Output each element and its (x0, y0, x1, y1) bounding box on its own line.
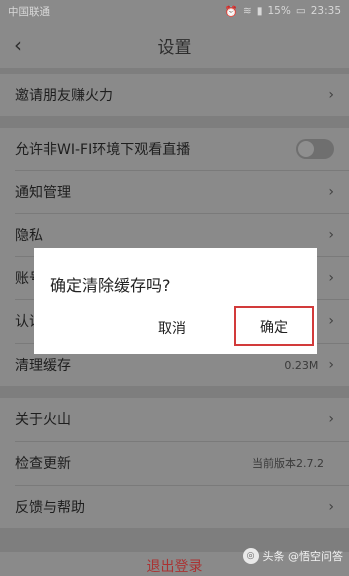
row-label: 隐私 (15, 228, 43, 244)
settings-row-about[interactable]: 关于火山 › (0, 398, 349, 440)
watermark-text: 头条 @悟空问答 (262, 550, 344, 563)
settings-row-notification[interactable]: 通知管理 › (0, 171, 349, 213)
wifi-icon: ≋ (242, 5, 252, 17)
carrier-label: 中国联通 (8, 5, 50, 18)
watermark: ◎ 头条 @悟空问答 (242, 548, 344, 564)
row-label: 反馈与帮助 (15, 500, 85, 516)
battery-percent: 15% (267, 5, 291, 17)
section-separator (0, 386, 349, 398)
dialog-message: 确定清除缓存吗? (50, 276, 171, 295)
settings-row-invite[interactable]: 邀请朋友赚火力 › (0, 74, 349, 116)
row-label: 邀请朋友赚火力 (15, 88, 113, 104)
cancel-button[interactable]: 取消 (142, 316, 202, 342)
row-label: 允许非WI-FI环境下观看直播 (15, 142, 191, 158)
cache-size: 0.23M (284, 358, 319, 372)
chevron-right-icon: › (328, 270, 334, 286)
clock: 23:35 (310, 5, 341, 17)
chevron-right-icon: › (328, 357, 334, 373)
chevron-right-icon: › (328, 87, 334, 103)
back-arrow-icon[interactable]: ‹ (14, 33, 22, 57)
app-header: ‹ 设置 (0, 22, 349, 68)
row-label: 关于火山 (15, 412, 71, 428)
chevron-right-icon: › (328, 411, 334, 427)
non-wifi-toggle[interactable] (296, 139, 334, 159)
battery-icon: ▭ (295, 5, 306, 17)
confirm-dialog: 确定清除缓存吗? 取消 确定 (34, 248, 317, 354)
chevron-right-icon: › (328, 184, 334, 200)
row-label: 检查更新 (15, 456, 71, 472)
version-label: 当前版本2.7.2 (252, 457, 324, 470)
row-label: 通知管理 (15, 185, 71, 201)
signal-icon: ▮ (256, 5, 263, 17)
settings-row-non-wifi: 允许非WI-FI环境下观看直播 (0, 128, 349, 170)
settings-row-feedback[interactable]: 反馈与帮助 › (0, 486, 349, 528)
chevron-right-icon: › (328, 227, 334, 243)
chevron-right-icon: › (328, 313, 334, 329)
page-title: 设置 (157, 37, 192, 58)
status-bar: 中国联通 ⏰ ≋ ▮ 15% ▭ 23:35 (0, 0, 349, 22)
alarm-icon: ⏰ (224, 5, 238, 18)
row-label: 清理缓存 (15, 358, 71, 374)
confirm-button[interactable]: 确定 (234, 306, 314, 346)
chevron-right-icon: › (328, 499, 334, 515)
settings-row-check-update[interactable]: 检查更新 当前版本2.7.2 (0, 442, 349, 484)
section-separator (0, 116, 349, 128)
wukong-logo-icon: ◎ (242, 548, 259, 564)
